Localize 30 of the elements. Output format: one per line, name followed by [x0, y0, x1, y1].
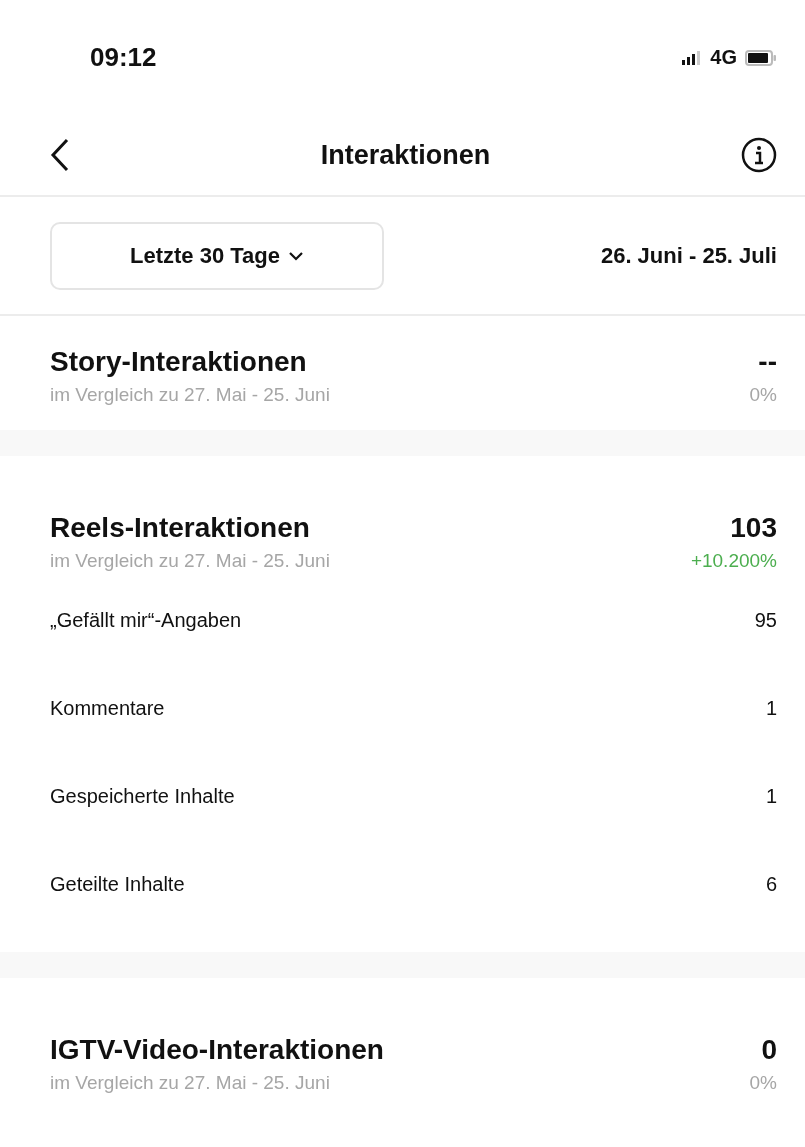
metric-value: 6 — [765, 872, 777, 896]
metric-value: 1 — [765, 696, 777, 720]
chevron-down-icon — [288, 250, 304, 261]
signal-icon — [682, 50, 703, 65]
change-percent: 0% — [749, 1072, 777, 1094]
section-title: Story-Interaktionen — [50, 346, 307, 378]
status-time: 09:12 — [90, 42, 157, 73]
section-total: 103 — [730, 512, 777, 544]
period-dropdown[interactable]: Letzte 30 Tage — [50, 221, 384, 290]
metric-label: Kommentare — [50, 696, 165, 720]
metric-label: „Gefällt mir“-Angaben — [50, 608, 242, 632]
section-total: 0 — [761, 1034, 777, 1066]
metric-label: Geteilte Inhalte — [50, 872, 185, 896]
section-total: -- — [758, 346, 777, 378]
section-title: Reels-Interaktionen — [50, 512, 310, 544]
change-percent: +10.200% — [690, 550, 777, 572]
battery-icon — [745, 49, 777, 66]
info-button[interactable] — [741, 137, 777, 173]
metric-label: Gespeicherte Inhalte — [50, 784, 235, 808]
comparison-text: im Vergleich zu 27. Mai - 25. Juni — [50, 1072, 330, 1094]
comparison-text: im Vergleich zu 27. Mai - 25. Juni — [50, 384, 330, 406]
page-title: Interaktionen — [320, 139, 491, 171]
comparison-text: im Vergleich zu 27. Mai - 25. Juni — [50, 550, 330, 572]
network-label: 4G — [710, 46, 737, 69]
back-button[interactable] — [50, 138, 70, 172]
date-range: 26. Juni - 25. Juli — [600, 242, 777, 269]
metric-value: 95 — [754, 608, 777, 632]
metric-value: 1 — [765, 784, 777, 808]
change-percent: 0% — [749, 384, 777, 406]
section-title: IGTV-Video-Interaktionen — [50, 1034, 384, 1066]
